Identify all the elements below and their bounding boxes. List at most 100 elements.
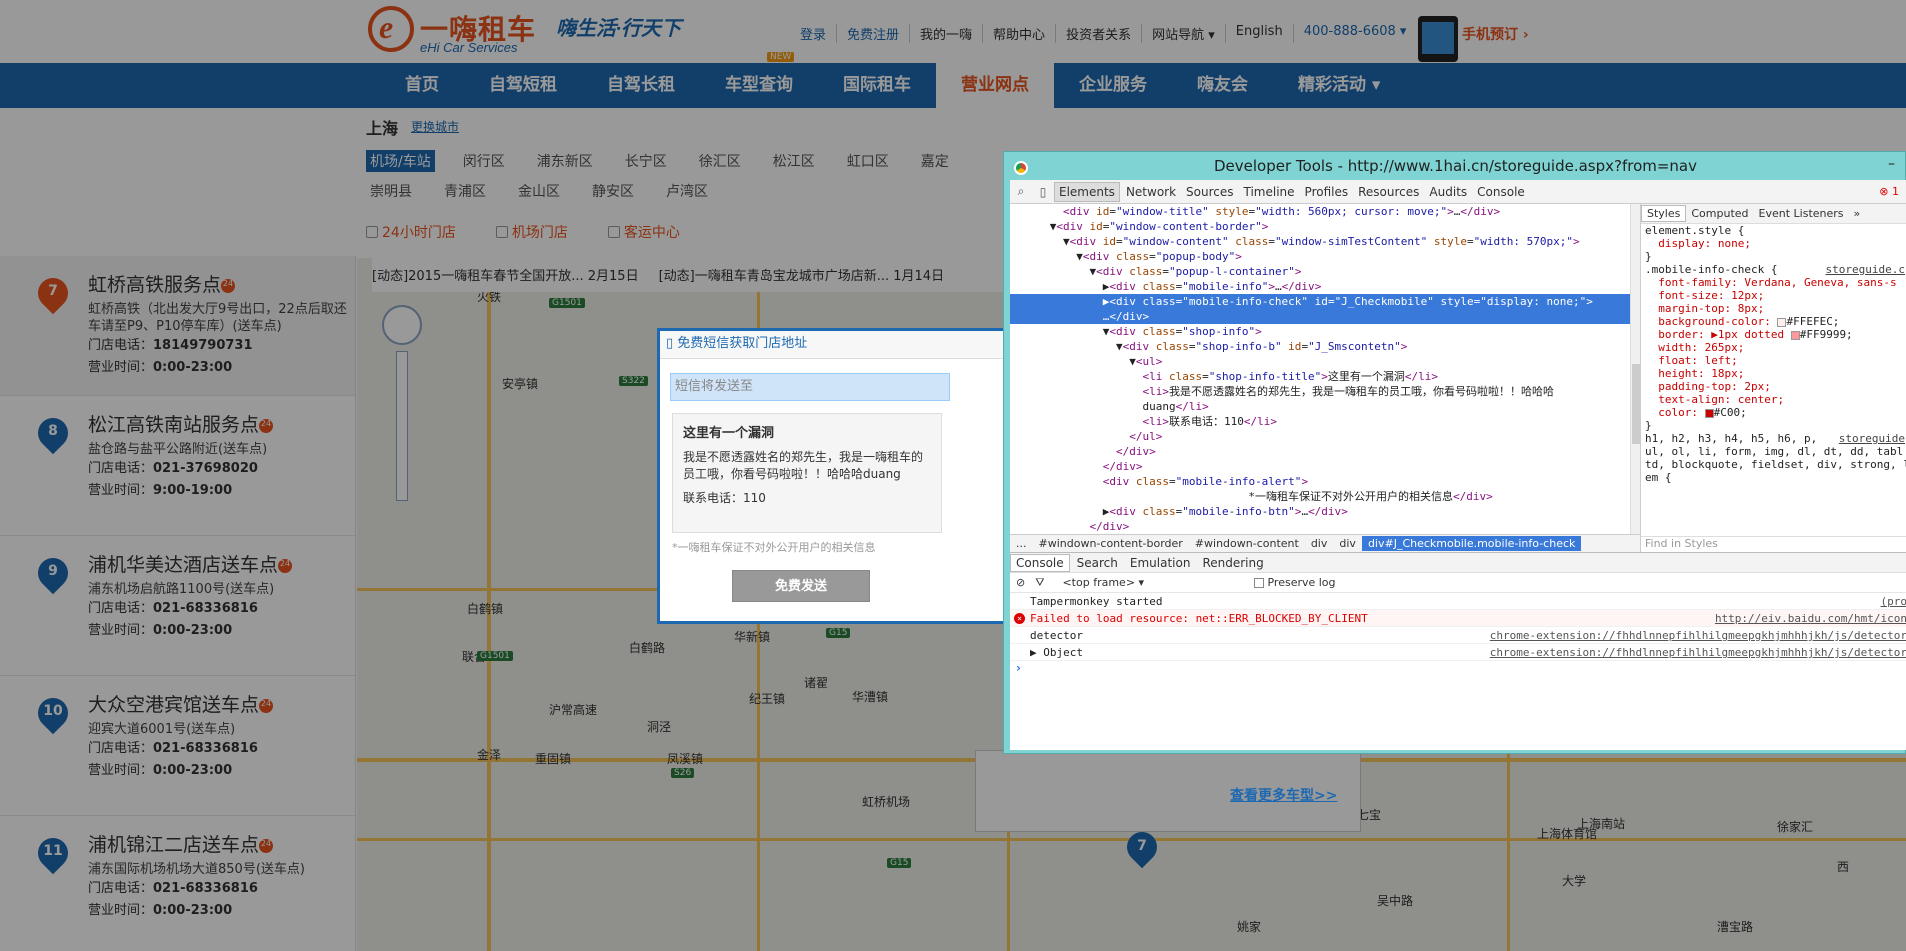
devtools-tab-timeline[interactable]: Timeline [1240, 183, 1299, 201]
district-item[interactable]: 长宁区 [621, 150, 671, 172]
style-source-link[interactable]: storeguide [1839, 432, 1906, 445]
devtools-tab-network[interactable]: Network [1122, 183, 1180, 201]
dom-node-line[interactable]: ▶<div class="mobile-info">…</div> [1010, 279, 1630, 294]
district-item[interactable]: 嘉定 [917, 150, 953, 172]
district-item[interactable]: 闵行区 [459, 150, 509, 172]
style-rule-line[interactable]: background-color: #FFEFEC; [1641, 315, 1906, 328]
news-item[interactable]: [动态]2015一嗨租车春节全国开放... 2月15日 [372, 265, 639, 284]
elements-scrollbar[interactable] [1630, 204, 1640, 534]
dom-node-line[interactable]: ▶<div class="mobile-info-btn">…</div> [1010, 504, 1630, 519]
drawer-tab[interactable]: Search [1072, 555, 1123, 571]
drawer-tab[interactable]: Rendering [1197, 555, 1268, 571]
district-item[interactable]: 卢湾区 [662, 180, 712, 202]
dom-node-line[interactable]: <li>联系电话：110</li> [1010, 414, 1630, 429]
dom-node-line[interactable]: <div id="window-title" style="width: 560… [1010, 204, 1630, 219]
mobile-order-link[interactable]: 手机预订 › [1462, 24, 1529, 44]
styles-tab[interactable]: Event Listeners [1754, 206, 1849, 221]
devtools-tab-resources[interactable]: Resources [1354, 183, 1423, 201]
dom-node-line[interactable]: …</div> [1010, 309, 1630, 324]
search-icon[interactable]: ⌕ [1010, 184, 1032, 199]
dom-node-line[interactable]: *一嗨租车保证不对外公开用户的相关信息</div> [1010, 489, 1630, 504]
drawer-tab[interactable]: Console [1010, 553, 1070, 572]
map-zoom-slider[interactable] [396, 351, 408, 501]
nav-item[interactable]: 营业网点 [936, 63, 1054, 108]
console-message[interactable]: × Failed to load resource: net::ERR_BLOCK… [1010, 610, 1906, 627]
breadcrumb-item[interactable]: div#J_Checkmobile.mobile-info-check [1361, 536, 1582, 551]
dom-node-line[interactable]: ▼<div class="shop-info-b" id="J_Smsconte… [1010, 339, 1630, 354]
devtools-tab-elements[interactable]: Elements [1054, 181, 1120, 202]
clear-console-icon[interactable]: ⊘ [1016, 576, 1025, 589]
my-account-link[interactable]: 我的一嗨 [910, 24, 984, 43]
dom-node-line[interactable]: <div class="mobile-info-alert"> [1010, 474, 1630, 489]
nav-item[interactable]: 嗨友会 [1172, 63, 1273, 108]
scrollbar-thumb[interactable] [1632, 364, 1640, 444]
dom-node-line[interactable]: ▼<div class="popup-body"> [1010, 249, 1630, 264]
filter-icon[interactable]: ⛛ [1035, 576, 1044, 590]
style-source-link[interactable]: storeguide.c [1826, 263, 1906, 276]
styles-tab[interactable]: Computed [1686, 206, 1753, 221]
store-item[interactable]: 10 大众空港宾馆送车点 24 迎宾大道6001号(送车点) 门店电话：021-6833… [0, 676, 355, 816]
style-rule-line[interactable]: width: 265px; [1641, 341, 1906, 354]
filter-24h[interactable]: 24小时门店 [366, 222, 456, 242]
send-sms-button[interactable]: 免费发送 [732, 570, 870, 602]
device-icon[interactable]: ▯ [1032, 185, 1054, 199]
map-marker[interactable]: 7 [1120, 825, 1164, 878]
district-item[interactable]: 浦东新区 [533, 150, 597, 172]
elements-panel[interactable]: <div id="window-title" style="width: 560… [1010, 204, 1630, 534]
devtools-tab-sources[interactable]: Sources [1182, 183, 1237, 201]
store-item[interactable]: 11 浦机锦江二店送车点 24 浦东国际机场机场大道850号(送车点) 门店电话：021… [0, 816, 355, 951]
style-rule-line[interactable]: font-family: Verdana, Geneva, sans-s [1641, 276, 1906, 289]
style-rule-line[interactable]: em { [1641, 471, 1906, 484]
checkbox-airport[interactable] [495, 226, 508, 238]
site-nav-dropdown[interactable]: 网站导航 ▾ [1142, 24, 1226, 43]
console-source-link[interactable]: (pro [1877, 593, 1906, 610]
preserve-log[interactable]: Preserve log [1254, 576, 1336, 589]
district-item[interactable]: 机场/车站 [366, 150, 435, 172]
breadcrumb-item[interactable]: #windown-content-border [1033, 536, 1189, 551]
nav-item[interactable]: 企业服务 [1054, 63, 1172, 108]
store-item[interactable]: 9 浦机华美达酒店送车点 24 浦东机场启航路1100号(送车点) 门店电话：021-6… [0, 536, 355, 676]
dom-node-line[interactable]: </ul> [1010, 429, 1630, 444]
color-swatch[interactable] [1704, 408, 1714, 418]
store-item[interactable]: 8 松江高铁南站服务点 24 盐仓路与盐平公路附近(送车点) 门店电话：021-3769… [0, 396, 355, 536]
hotline-dropdown[interactable]: 400-888-6608 ▾ [1294, 24, 1417, 43]
dom-node-line[interactable]: <li>我是不愿透露姓名的郑先生，我是一嗨租车的员工哦，你看号码啦啦！！哈哈哈 [1010, 384, 1630, 399]
checkbox-24h[interactable] [366, 226, 378, 238]
filter-bus[interactable]: 客运中心 [607, 222, 680, 242]
style-rule-line[interactable]: padding-top: 2px; [1641, 380, 1906, 393]
style-rule-line[interactable]: color: #C00; [1641, 406, 1906, 419]
console-message[interactable]: detector chrome-extension://fhhdlnnepfihl… [1010, 627, 1906, 644]
devtools-tab-audits[interactable]: Audits [1425, 183, 1471, 201]
sms-phone-input[interactable]: 短信将发送至 [670, 373, 950, 401]
nav-item[interactable]: 精彩活动 ▾ [1273, 63, 1405, 108]
district-item[interactable]: 金山区 [514, 180, 564, 202]
style-rule-line[interactable]: ul, ol, li, form, img, dl, dt, dd, tabl [1641, 445, 1906, 458]
style-rule-line[interactable]: } [1641, 419, 1906, 432]
change-city-link[interactable]: 更换城市 [411, 118, 459, 135]
dom-node-line[interactable]: ▼<div class="popup-l-container"> [1010, 264, 1630, 279]
dom-node-line[interactable]: ▼<ul> [1010, 354, 1630, 369]
logo[interactable]: e 一嗨租车 eHi Car Services [368, 6, 538, 55]
styles-tab[interactable]: » [1849, 206, 1866, 221]
style-rule-line[interactable]: .mobile-info-check {storeguide.c [1641, 263, 1906, 276]
store-item[interactable]: 7 虹桥高铁服务点 24 虹桥高铁（北出发大厅9号出口，22点后取还车请至P9、P10… [0, 256, 355, 396]
store-name[interactable]: 浦机华美达酒店送车点 24 [88, 550, 355, 577]
devtools-tab-profiles[interactable]: Profiles [1301, 183, 1353, 201]
dom-node-line[interactable]: </div> [1010, 444, 1630, 459]
frame-select[interactable]: <top frame> ▾ [1054, 576, 1244, 589]
console-prompt[interactable]: › [1010, 661, 1906, 675]
styles-tab[interactable]: Styles [1641, 205, 1687, 222]
more-cars-link[interactable]: 查看更多车型>> [1230, 785, 1337, 805]
dom-node-line[interactable]: <li class="shop-info-title">这里有一个漏洞</li> [1010, 369, 1630, 384]
store-name[interactable]: 松江高铁南站服务点 24 [88, 410, 355, 437]
filter-airport[interactable]: 机场门店 [495, 222, 568, 242]
style-rule-line[interactable]: display: none; [1641, 237, 1906, 250]
style-rule-line[interactable]: h1, h2, h3, h4, h5, h6, p, storeguide [1641, 432, 1906, 445]
error-count[interactable]: ⊗ 1 [1879, 185, 1899, 198]
drawer-tab[interactable]: Emulation [1125, 555, 1196, 571]
console-message[interactable]: Tampermonkey started (pro [1010, 593, 1906, 610]
help-link[interactable]: 帮助中心 [983, 24, 1057, 43]
console-message[interactable]: ▶ Object chrome-extension://fhhdlnnepfihl… [1010, 644, 1906, 661]
investor-link[interactable]: 投资者关系 [1056, 24, 1143, 43]
dom-node-line[interactable]: ▶<div class="mobile-info-check" id="J_Ch… [1010, 294, 1630, 309]
